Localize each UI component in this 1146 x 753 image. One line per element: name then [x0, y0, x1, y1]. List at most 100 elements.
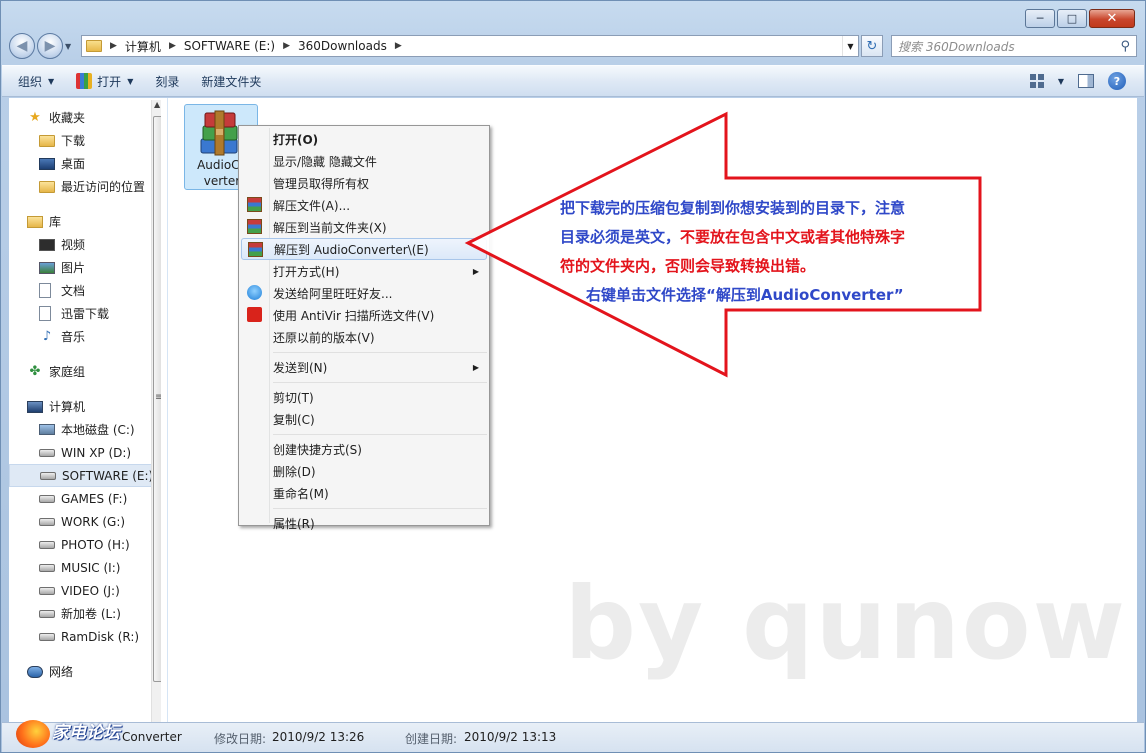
- sidebar-item-favorites[interactable]: ★ 收藏夹: [9, 106, 161, 129]
- sidebar-item-drive-f[interactable]: GAMES (F:): [9, 487, 161, 510]
- sidebar-item-xunlei[interactable]: 迅雷下载: [9, 302, 161, 325]
- sidebar-item-drive-i[interactable]: MUSIC (I:): [9, 556, 161, 579]
- sidebar-item-videos[interactable]: 视频: [9, 233, 161, 256]
- annotation-line-2-red: 不要放在包含中文或者其他特殊字: [680, 228, 906, 246]
- chevron-right-icon[interactable]: ▶: [165, 41, 180, 51]
- sidebar-item-drive-e[interactable]: SOFTWARE (E:): [9, 464, 161, 487]
- sidebar-item-label: MUSIC (I:): [61, 560, 121, 575]
- xunlei-download-icon: [39, 306, 51, 321]
- menu-item-create-shortcut[interactable]: 创建快捷方式(S): [241, 438, 487, 460]
- minimize-icon: ─: [1036, 12, 1044, 25]
- scroll-up-icon[interactable]: ▲: [154, 100, 160, 109]
- desktop-icon: [39, 157, 55, 170]
- breadcrumb-software-drive[interactable]: SOFTWARE (E:): [180, 39, 279, 53]
- address-bar[interactable]: ▶ 计算机 ▶ SOFTWARE (E:) ▶ 360Downloads ▶ ▼: [81, 35, 859, 57]
- refresh-button[interactable]: ↻: [861, 35, 883, 57]
- menu-item-extract-files[interactable]: 解压文件(A)...: [241, 194, 487, 216]
- menu-item-delete[interactable]: 删除(D): [241, 460, 487, 482]
- favorites-group: ★ 收藏夹 下载 桌面 最近访问的位置: [9, 106, 161, 198]
- annotation-line-2: 目录必须是英文，不要放在包含中文或者其他特殊字: [560, 223, 970, 252]
- sidebar-item-libraries[interactable]: 库: [9, 210, 161, 233]
- sidebar-item-desktop[interactable]: 桌面: [9, 152, 161, 175]
- drive-icon: [39, 448, 55, 457]
- menu-item-label: 复制(C): [273, 412, 315, 427]
- search-icon[interactable]: ⚲: [1120, 39, 1130, 54]
- sidebar-item-pictures[interactable]: 图片: [9, 256, 161, 279]
- help-icon[interactable]: ?: [1108, 72, 1126, 90]
- music-note-icon: ♪: [42, 329, 52, 344]
- sidebar-item-label: 本地磁盘 (C:): [61, 423, 135, 437]
- address-history-dropdown[interactable]: ▼: [842, 36, 858, 56]
- menu-item-open[interactable]: 打开(O): [241, 128, 487, 150]
- sidebar-item-network[interactable]: 网络: [9, 660, 161, 683]
- menu-item-toggle-hidden[interactable]: 显示/隐藏 隐藏文件: [241, 150, 487, 172]
- sidebar-item-drive-l[interactable]: 新加卷 (L:): [9, 602, 161, 625]
- minimize-button[interactable]: ─: [1025, 9, 1055, 28]
- recent-pages-dropdown[interactable]: ▼: [65, 42, 77, 51]
- search-placeholder: 搜索 360Downloads: [898, 39, 1015, 54]
- chevron-right-icon[interactable]: ▶: [106, 41, 121, 51]
- explorer-body: ★ 收藏夹 下载 桌面 最近访问的位置 库 视频 图片 文档 迅雷下载 ♪ 音乐 ✤…: [9, 98, 1137, 722]
- watermark-text: by qunow: [564, 565, 1127, 682]
- breadcrumb-computer[interactable]: 计算机: [121, 38, 165, 55]
- sidebar-item-drive-d[interactable]: WIN XP (D:): [9, 441, 161, 464]
- organize-button[interactable]: 组织 ▼: [18, 73, 54, 90]
- menu-item-label: 使用 AntiVir 扫描所选文件(V): [273, 308, 435, 323]
- maximize-button[interactable]: □: [1057, 9, 1087, 28]
- new-folder-button[interactable]: 新建文件夹: [201, 73, 261, 90]
- breadcrumb-360downloads[interactable]: 360Downloads: [294, 39, 391, 53]
- menu-item-label: 属性(R): [273, 516, 315, 531]
- chevron-right-icon[interactable]: ▶: [391, 41, 406, 51]
- menu-item-label: 打开方式(H): [273, 264, 340, 279]
- burn-button[interactable]: 刻录: [155, 73, 179, 90]
- sidebar-item-documents[interactable]: 文档: [9, 279, 161, 302]
- menu-item-label: 打开(O): [273, 132, 319, 147]
- open-label: 打开: [97, 74, 122, 89]
- preview-pane-icon[interactable]: [1078, 74, 1094, 88]
- close-button[interactable]: ✕: [1089, 9, 1135, 28]
- menu-item-take-ownership[interactable]: 管理员取得所有权: [241, 172, 487, 194]
- forward-button[interactable]: ▶: [37, 33, 63, 59]
- menu-item-copy[interactable]: 复制(C): [241, 408, 487, 430]
- menu-item-antivir-scan[interactable]: 使用 AntiVir 扫描所选文件(V): [241, 304, 487, 326]
- sidebar-item-drive-j[interactable]: VIDEO (J:): [9, 579, 161, 602]
- menu-item-rename[interactable]: 重命名(M): [241, 482, 487, 504]
- menu-item-extract-here[interactable]: 解压到当前文件夹(X): [241, 216, 487, 238]
- forward-arrow-icon: ▶: [44, 38, 56, 54]
- menu-item-open-with[interactable]: 打开方式(H) ▶: [241, 260, 487, 282]
- chevron-down-icon[interactable]: ▼: [1058, 77, 1064, 86]
- drive-icon: [39, 609, 55, 618]
- new-folder-label: 新建文件夹: [201, 74, 262, 89]
- back-button[interactable]: ◀: [9, 33, 35, 59]
- winrar-icon: [76, 73, 93, 89]
- nav-scrollbar[interactable]: ▲ ≡: [151, 100, 161, 722]
- sidebar-item-downloads[interactable]: 下载: [9, 129, 161, 152]
- menu-item-cut[interactable]: 剪切(T): [241, 386, 487, 408]
- menu-item-restore-versions[interactable]: 还原以前的版本(V): [241, 326, 487, 348]
- chevron-down-icon: ▼: [48, 76, 55, 86]
- change-view-icon[interactable]: [1029, 74, 1044, 88]
- sidebar-item-recent[interactable]: 最近访问的位置: [9, 175, 161, 198]
- sidebar-item-label: 最近访问的位置: [61, 180, 146, 194]
- menu-item-label: 还原以前的版本(V): [273, 330, 375, 345]
- document-icon: [39, 283, 51, 298]
- menu-item-send-to[interactable]: 发送到(N) ▶: [241, 356, 487, 378]
- menu-item-properties[interactable]: 属性(R): [241, 512, 487, 534]
- sidebar-item-label: 家庭组: [49, 365, 86, 379]
- sidebar-item-computer[interactable]: 计算机: [9, 395, 161, 418]
- sidebar-item-drive-h[interactable]: PHOTO (H:): [9, 533, 161, 556]
- drive-icon: [39, 494, 55, 503]
- chevron-right-icon[interactable]: ▶: [279, 41, 294, 51]
- sidebar-item-drive-r[interactable]: RamDisk (R:): [9, 625, 161, 648]
- video-icon: [39, 238, 55, 251]
- search-input[interactable]: 搜索 360Downloads ⚲: [891, 35, 1137, 57]
- system-drive-icon: [39, 424, 55, 435]
- sidebar-item-music[interactable]: ♪ 音乐: [9, 325, 161, 348]
- menu-item-extract-to-folder[interactable]: 解压到 AudioConverter\(E): [241, 238, 487, 260]
- menu-item-send-aliwangwang[interactable]: 发送给阿里旺旺好友...: [241, 282, 487, 304]
- sidebar-item-drive-g[interactable]: WORK (G:): [9, 510, 161, 533]
- context-menu: 打开(O) 显示/隐藏 隐藏文件 管理员取得所有权 解压文件(A)... 解压到…: [238, 125, 490, 531]
- sidebar-item-drive-c[interactable]: 本地磁盘 (C:): [9, 418, 161, 441]
- sidebar-item-homegroup[interactable]: ✤ 家庭组: [9, 360, 161, 383]
- open-button[interactable]: 打开 ▼: [76, 73, 133, 90]
